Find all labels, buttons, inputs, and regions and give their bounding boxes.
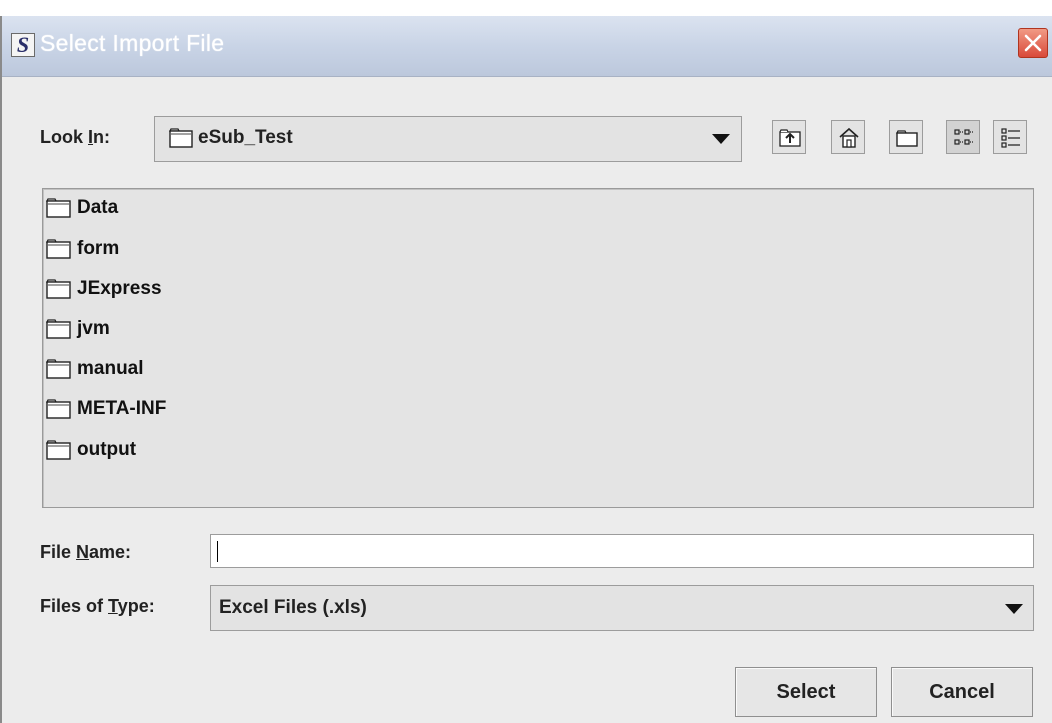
- file-name-field[interactable]: [210, 534, 1034, 568]
- list-view-button[interactable]: [946, 120, 980, 154]
- cancel-button[interactable]: Cancel: [891, 667, 1033, 717]
- title-bar[interactable]: S Select Import File: [2, 16, 1052, 77]
- folder-icon: [46, 440, 71, 460]
- dialog-title: Select Import File: [40, 30, 225, 56]
- files-of-type-value: Excel Files (.xls): [219, 597, 367, 618]
- details-view-icon: [1001, 128, 1020, 148]
- files-of-type-dropdown-arrow-icon: [1005, 604, 1023, 614]
- folder-icon: [46, 198, 71, 218]
- home-icon: [839, 127, 859, 148]
- file-name: manual: [77, 358, 144, 379]
- file-chooser-dialog: S Select Import File Look In: eSub_Test: [0, 16, 1052, 723]
- folder-icon: [46, 279, 71, 299]
- list-item[interactable]: Data: [46, 189, 118, 227]
- up-one-level-icon: [779, 129, 801, 147]
- list-item[interactable]: JExpress: [46, 270, 162, 308]
- files-of-type-combo[interactable]: Excel Files (.xls): [210, 585, 1034, 631]
- details-view-button[interactable]: [993, 120, 1027, 154]
- list-item[interactable]: form: [46, 230, 119, 268]
- list-item[interactable]: output: [46, 431, 136, 469]
- new-folder-icon: [896, 130, 918, 147]
- look-in-dropdown-arrow-icon: [712, 134, 730, 144]
- select-button[interactable]: Select: [735, 667, 877, 717]
- file-name: Data: [77, 197, 119, 218]
- close-icon: [1024, 34, 1042, 52]
- file-name: jvm: [77, 318, 110, 339]
- folder-icon: [46, 399, 71, 419]
- file-name: META-INF: [77, 398, 167, 419]
- look-in-value: eSub_Test: [198, 127, 293, 148]
- folder-icon: [46, 239, 71, 259]
- look-in-combo[interactable]: eSub_Test: [154, 116, 742, 162]
- close-button[interactable]: [1018, 28, 1048, 58]
- home-button[interactable]: [831, 120, 865, 154]
- file-list[interactable]: Data form JExpress jvm manual META-INF o…: [42, 188, 1034, 508]
- file-name: output: [77, 439, 137, 460]
- list-item[interactable]: manual: [46, 350, 144, 388]
- file-name-label: File Name:: [40, 542, 132, 562]
- up-one-level-button[interactable]: [772, 120, 806, 154]
- files-of-type-label: Files of Type:: [40, 596, 155, 616]
- file-name: form: [77, 238, 120, 259]
- list-view-icon: [954, 129, 973, 145]
- text-caret: [217, 541, 218, 562]
- folder-icon: [169, 128, 193, 148]
- app-s-icon: S: [11, 33, 35, 57]
- list-item[interactable]: META-INF: [46, 390, 166, 428]
- folder-icon: [46, 359, 71, 379]
- look-in-label: Look In:: [40, 127, 111, 147]
- folder-icon: [46, 319, 71, 339]
- file-name: JExpress: [77, 278, 162, 299]
- new-folder-button[interactable]: [889, 120, 923, 154]
- list-item[interactable]: jvm: [46, 310, 110, 348]
